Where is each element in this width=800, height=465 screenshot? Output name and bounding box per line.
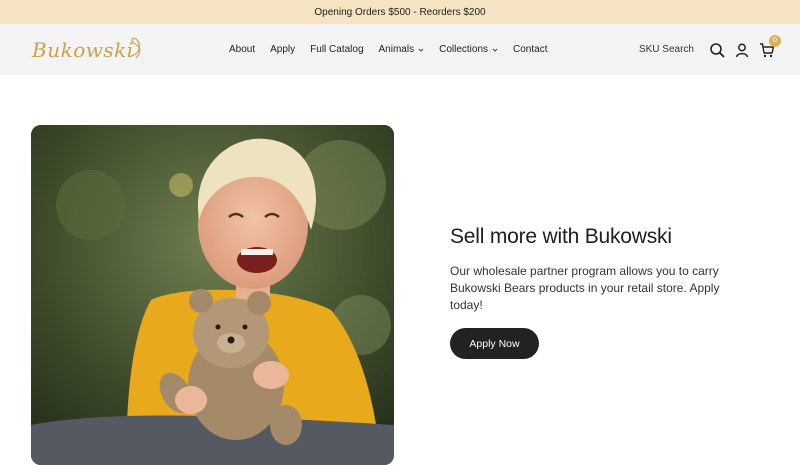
hero-title: Sell more with Bukowski [450, 225, 672, 248]
cart-button[interactable]: 0 [759, 34, 781, 58]
logo-text: Bukowski [32, 38, 134, 62]
nav-item-animals[interactable]: Animals [379, 44, 425, 55]
sku-search-link[interactable]: SKU Search [639, 44, 694, 55]
announcement-bar: Opening Orders $500 - Reorders $200 [0, 0, 800, 24]
cart-count-badge: 0 [769, 34, 781, 47]
nav-item-about[interactable]: About [229, 44, 255, 55]
account-icon[interactable] [734, 42, 750, 58]
apply-now-button[interactable]: Apply Now [450, 328, 539, 359]
nav-item-label: Collections [439, 44, 489, 55]
nav-item-label: Full Catalog [310, 44, 364, 55]
hero-description: Our wholesale partner program allows you… [450, 264, 720, 312]
hero-photo-illustration [31, 125, 394, 465]
search-icon[interactable] [709, 42, 725, 58]
nav-item-label: Contact [513, 44, 548, 55]
nav-item-collections[interactable]: Collections [439, 44, 498, 55]
nav-item-apply[interactable]: Apply [270, 44, 295, 55]
chevron-down-icon [492, 48, 498, 52]
nav-item-full-catalog[interactable]: Full Catalog [310, 44, 363, 55]
nav-item-contact[interactable]: Contact [513, 44, 547, 55]
logo-swirl-icon [130, 37, 141, 59]
site-header: Bukowski About Apply Full Catalog Animal… [0, 24, 800, 75]
announcement-text: Opening Orders $500 - Reorders $200 [314, 6, 486, 18]
hero-content: Sell more with Bukowski Our wholesale pa… [450, 223, 750, 359]
hero-image [31, 125, 394, 465]
nav-item-label: About [229, 44, 256, 55]
main-nav: About Apply Full Catalog Animals Collect… [229, 24, 562, 75]
brand-logo[interactable]: Bukowski [32, 34, 144, 66]
nav-item-label: Animals [378, 44, 415, 55]
nav-item-label: Apply [270, 44, 296, 55]
chevron-down-icon [418, 48, 424, 52]
header-tools: SKU Search 0 [639, 24, 781, 75]
